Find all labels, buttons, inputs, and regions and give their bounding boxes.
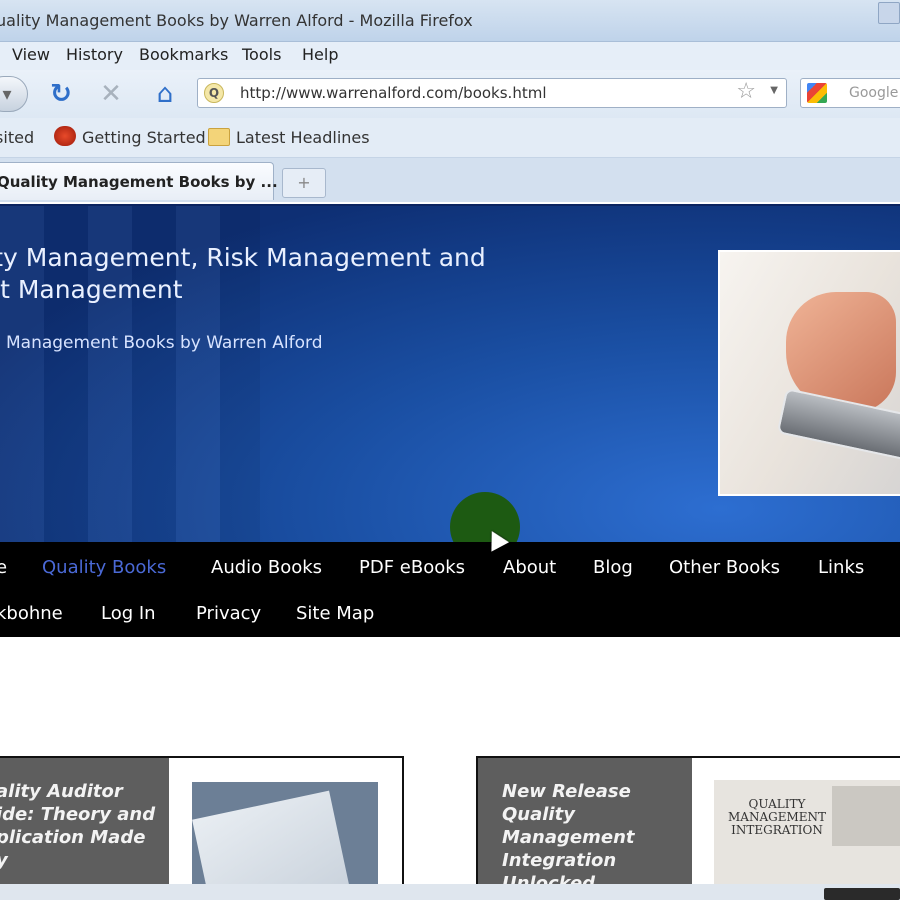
book-title[interactable]: ality Auditor ide: Theory and plication … bbox=[0, 780, 155, 872]
bookmark-most-visited[interactable]: Visited bbox=[0, 128, 34, 147]
book-cover-image[interactable]: QUALITY MANAGEMENT INTEGRATION bbox=[714, 780, 900, 898]
main-content: ality Auditor ide: Theory and plication … bbox=[0, 638, 900, 900]
google-icon[interactable] bbox=[807, 83, 827, 103]
site-navigation: e Quality Books Audio Books PDF eBooks A… bbox=[0, 542, 900, 637]
nav-quality-books[interactable]: Quality Books bbox=[42, 557, 166, 578]
bookmark-latest-headlines[interactable]: Latest Headlines bbox=[236, 128, 370, 147]
bookmark-star-icon[interactable]: ☆ bbox=[736, 79, 756, 104]
hero-title-line-2: ject Management bbox=[0, 275, 183, 304]
book-title-line: New Release bbox=[502, 781, 631, 802]
status-bar bbox=[0, 884, 900, 900]
firefox-bookmark-icon bbox=[54, 126, 76, 146]
tab-quality-management-books[interactable]: Quality Management Books by ... bbox=[0, 162, 278, 200]
minimize-button[interactable] bbox=[878, 2, 900, 24]
book-title-line: Management bbox=[502, 827, 635, 848]
dropdown-arrow-icon: ▾ bbox=[2, 83, 12, 105]
menu-tools[interactable]: Tools bbox=[242, 45, 281, 64]
nav-about[interactable]: About bbox=[503, 557, 556, 578]
nav-home[interactable]: e bbox=[0, 557, 7, 578]
reload-icon[interactable]: ↻ bbox=[42, 76, 80, 112]
menu-bookmarks[interactable]: Bookmarks bbox=[139, 45, 228, 64]
url-dropdown-icon[interactable]: ▼ bbox=[770, 85, 778, 96]
hero-title: ality Management, Risk Management and je… bbox=[0, 242, 486, 306]
url-text[interactable]: http://www.warrenalford.com/books.html bbox=[240, 84, 547, 102]
book-title-line: y bbox=[0, 849, 155, 872]
url-bar[interactable]: Q http://www.warrenalford.com/books.html… bbox=[197, 78, 787, 108]
new-tab-button[interactable]: + bbox=[282, 168, 326, 198]
menu-view[interactable]: View bbox=[12, 45, 50, 64]
nav-blog[interactable]: Blog bbox=[593, 557, 633, 578]
cover-art bbox=[832, 786, 900, 846]
book-title-line: ality Auditor bbox=[0, 781, 123, 802]
search-input[interactable]: Google bbox=[800, 78, 900, 108]
stop-icon[interactable]: ✕ bbox=[92, 76, 130, 112]
menu-history[interactable]: History bbox=[66, 45, 123, 64]
book-title[interactable]: New Release Quality Management Integrati… bbox=[502, 780, 635, 895]
nav-other-books[interactable]: Other Books bbox=[669, 557, 780, 578]
nav-audio-books[interactable]: Audio Books bbox=[211, 557, 322, 578]
tab-strip: Quality Management Books by ... + bbox=[0, 158, 900, 202]
book-title-line: Quality bbox=[502, 804, 575, 825]
home-icon[interactable]: ⌂ bbox=[146, 76, 184, 112]
back-button[interactable]: ▾ bbox=[0, 76, 28, 112]
nav-log-in[interactable]: Log In bbox=[101, 603, 156, 624]
nav-pdf-ebooks[interactable]: PDF eBooks bbox=[359, 557, 465, 578]
rss-folder-icon bbox=[208, 128, 230, 146]
hero-banner: ality Management, Risk Management and je… bbox=[0, 204, 900, 542]
hero-photo bbox=[718, 250, 900, 496]
window-titlebar: uality Management Books by Warren Alford… bbox=[0, 0, 900, 42]
window-title: uality Management Books by Warren Alford… bbox=[0, 11, 473, 30]
book-title-line: ide: Theory and bbox=[0, 804, 156, 825]
nav-links[interactable]: Links bbox=[818, 557, 864, 578]
bookmarks-toolbar: Visited Getting Started Latest Headlines bbox=[0, 118, 900, 158]
nav-privacy[interactable]: Privacy bbox=[196, 603, 261, 624]
site-identity-icon[interactable]: Q bbox=[204, 83, 224, 103]
status-bar-button[interactable] bbox=[824, 888, 900, 900]
search-placeholder: Google bbox=[849, 85, 899, 101]
book-cover-image[interactable] bbox=[192, 782, 378, 898]
bookmark-getting-started[interactable]: Getting Started bbox=[82, 128, 206, 147]
hero-subtitle: ality Management Books by Warren Alford bbox=[0, 333, 323, 353]
tab-label: Quality Management Books by ... bbox=[0, 173, 278, 191]
book-title-line: plication Made bbox=[0, 827, 146, 848]
book-card-quality-management-integration[interactable]: New Release Quality Management Integrati… bbox=[476, 756, 900, 900]
navigation-toolbar: ▾ ↻ ✕ ⌂ Q http://www.warrenalford.com/bo… bbox=[0, 70, 900, 118]
hero-title-line-1: ality Management, Risk Management and bbox=[0, 243, 486, 272]
nav-kbohne[interactable]: kbohne bbox=[0, 603, 63, 624]
menu-help[interactable]: Help bbox=[302, 45, 338, 64]
book-card-quality-auditor[interactable]: ality Auditor ide: Theory and plication … bbox=[0, 756, 404, 900]
cover-title: QUALITY MANAGEMENT INTEGRATION bbox=[727, 797, 826, 837]
menu-bar: View History Bookmarks Tools Help bbox=[0, 42, 900, 70]
book-title-line: Integration bbox=[502, 850, 617, 871]
nav-site-map[interactable]: Site Map bbox=[296, 603, 374, 624]
